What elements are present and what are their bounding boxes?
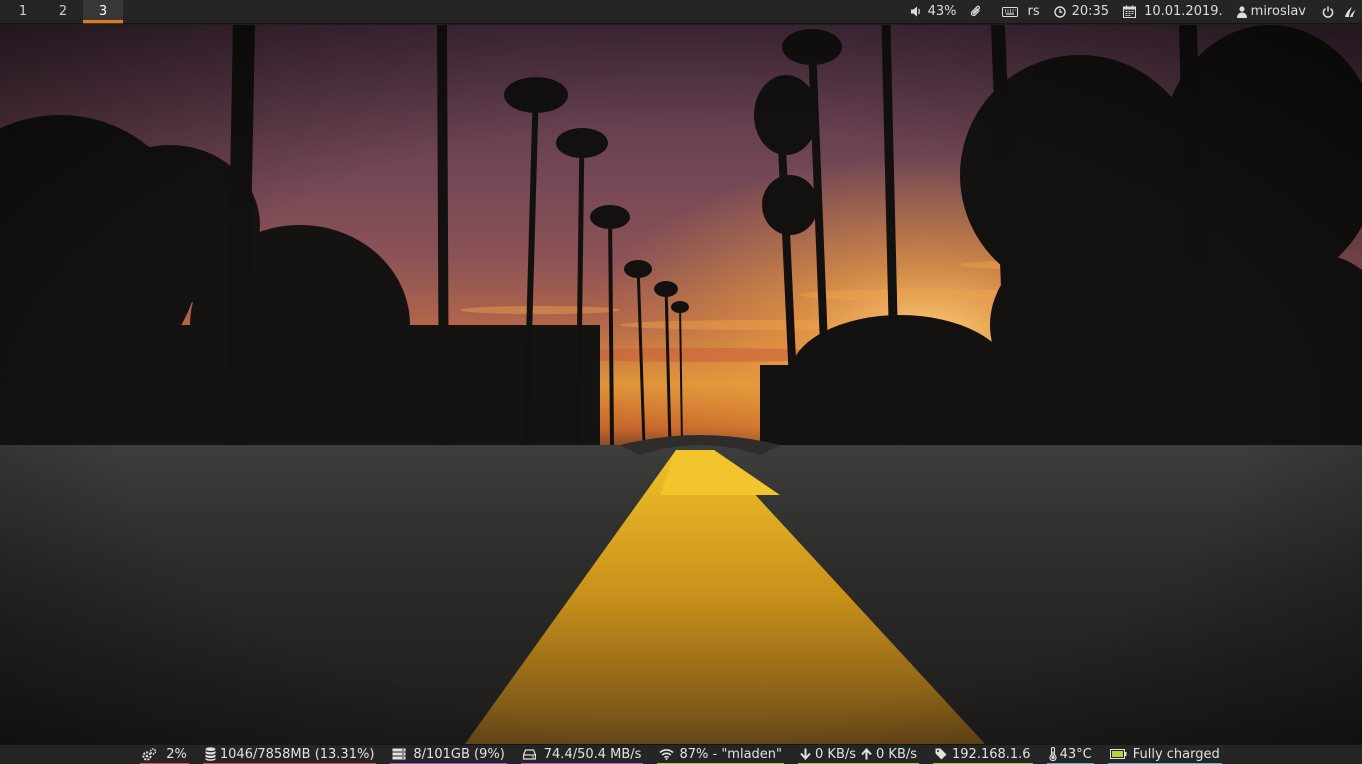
bottom-bar: 2% 1046/7858MB (13.31%) 8/101GB (9%) 74.…: [0, 744, 1362, 764]
arrow-up-icon: [861, 748, 872, 760]
arrow-down-icon: [800, 748, 811, 760]
cogs-icon: [142, 747, 157, 761]
clock-icon: [1053, 5, 1066, 18]
top-status-area: 43% rs 20:35 10.01.2019. miroslav: [897, 0, 1362, 24]
clock-time: 20:35: [1071, 4, 1110, 19]
ip-module[interactable]: 192.168.1.6: [933, 745, 1033, 764]
battery-icon: [1109, 749, 1127, 759]
database-icon: [205, 747, 216, 761]
user-module[interactable]: miroslav: [1236, 4, 1306, 19]
flame-icon: [1344, 6, 1356, 18]
cpu-usage: 2%: [166, 746, 187, 762]
top-bar: 1 2 3 43% rs 20:35 10.01.2019. miroslav: [0, 0, 1362, 24]
temperature-value: 43°C: [1059, 746, 1092, 762]
sunset-road-wallpaper: [0, 25, 1362, 744]
workspace-switcher: 1 2 3: [0, 0, 123, 24]
hdd-stack-icon: [392, 748, 406, 760]
wifi-icon: [659, 748, 675, 760]
power-icon: [1322, 6, 1334, 18]
user-name: miroslav: [1250, 4, 1306, 19]
clock-module[interactable]: 20:35: [1053, 4, 1110, 19]
network-speed-module[interactable]: 0 KB/s 0 KB/s: [798, 745, 920, 764]
workspace-1[interactable]: 1: [3, 0, 43, 24]
battery-status: Fully charged: [1132, 746, 1220, 762]
speaker-icon: [910, 6, 922, 17]
volume-value: 43%: [927, 4, 957, 19]
disk-io-rate: 74.4/50.4 MB/s: [543, 746, 642, 762]
memory-module[interactable]: 1046/7858MB (13.31%): [202, 745, 377, 764]
wifi-module[interactable]: 87% - "mladen": [657, 745, 785, 764]
disk-io-module[interactable]: 74.4/50.4 MB/s: [520, 745, 644, 764]
keyboard-icon: [1002, 6, 1019, 17]
keyboard-layout-module[interactable]: rs: [1002, 4, 1040, 19]
battery-module[interactable]: Fully charged: [1107, 745, 1222, 764]
ip-address: 192.168.1.6: [952, 746, 1031, 762]
workspace-3-active[interactable]: 3: [83, 0, 123, 24]
temperature-module[interactable]: 43°C: [1046, 745, 1094, 764]
cpu-module[interactable]: 2%: [140, 745, 189, 764]
desktop-wallpaper: [0, 25, 1362, 744]
calendar-icon: [1123, 5, 1137, 18]
hard-drive-icon: [522, 748, 536, 760]
tag-icon: [935, 748, 947, 760]
memory-usage: 1046/7858MB (13.31%): [219, 746, 375, 762]
user-icon: [1236, 5, 1247, 18]
date-value: 10.01.2019.: [1144, 4, 1223, 19]
keyboard-layout-value: rs: [1027, 4, 1040, 19]
attachment-module[interactable]: [970, 5, 988, 18]
disk-module[interactable]: 8/101GB (9%): [390, 745, 507, 764]
volume-module[interactable]: 43%: [910, 4, 957, 19]
power-button[interactable]: [1322, 6, 1334, 18]
disk-usage: 8/101GB (9%): [413, 746, 505, 762]
launcher-button[interactable]: [1344, 6, 1356, 18]
wifi-status: 87% - "mladen": [679, 746, 783, 762]
thermometer-icon: [1049, 747, 1057, 761]
net-down-rate: 0 KB/s: [815, 746, 857, 762]
paperclip-icon: [970, 5, 982, 18]
workspace-2[interactable]: 2: [43, 0, 83, 24]
date-module[interactable]: 10.01.2019.: [1123, 4, 1223, 19]
net-up-rate: 0 KB/s: [876, 746, 918, 762]
